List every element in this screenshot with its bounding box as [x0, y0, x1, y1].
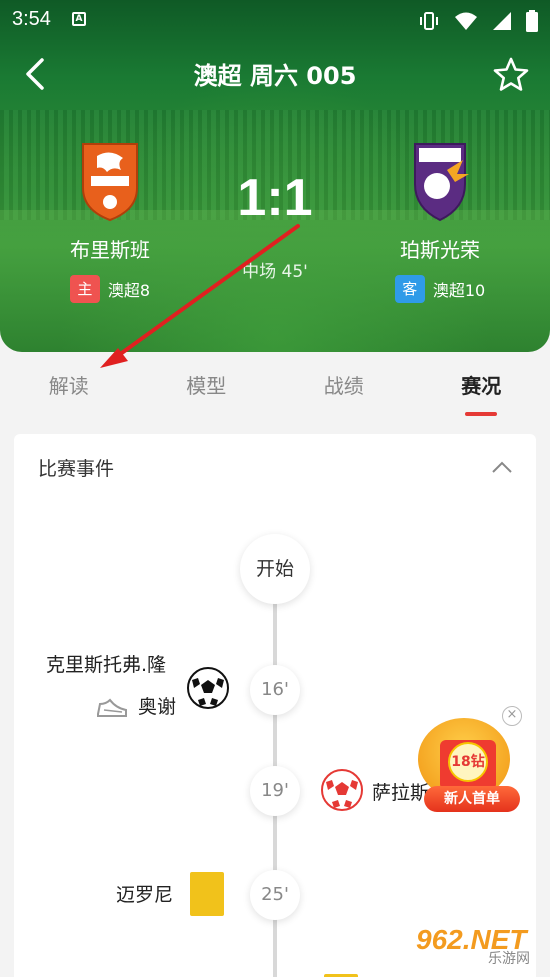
new-user-promo[interactable]: 18钻 × 新人首单: [416, 706, 536, 816]
vibrate-icon: [418, 11, 440, 35]
timeline-start: 开始: [240, 534, 310, 604]
tab-bar: 解读 模型 战绩 赛况: [0, 352, 550, 418]
tab-live[interactable]: 赛况: [413, 352, 550, 418]
away-league-rank: 澳超10: [432, 281, 486, 300]
status-bar: 3:54 A: [0, 0, 550, 40]
tab-model[interactable]: 模型: [138, 352, 276, 418]
chevron-up-icon: [492, 461, 512, 473]
page-title: 澳超 周六 005: [193, 62, 357, 90]
event-player-name: 克里斯托弗.隆: [46, 654, 167, 676]
soccer-ball-icon: [187, 667, 229, 709]
notification-icon: A: [72, 12, 86, 26]
status-time: 3:54: [12, 8, 51, 30]
wifi-icon: [454, 11, 478, 35]
tab-analysis[interactable]: 解读: [0, 352, 138, 418]
minute-marker: 19': [250, 766, 300, 816]
event-assist-name: 奥谢: [138, 696, 177, 718]
site-watermark: 962.NET 乐游网: [416, 924, 546, 974]
star-icon: [493, 57, 529, 91]
minute-marker: 25': [250, 870, 300, 920]
soccer-ball-red-icon: [321, 769, 363, 811]
away-team-meta: 客 澳超10: [340, 275, 540, 303]
away-badge: 客: [394, 275, 425, 303]
tab-record[interactable]: 战绩: [275, 352, 413, 418]
away-team-name: 珀斯光荣: [400, 238, 480, 262]
promo-label: 新人首单: [424, 786, 520, 812]
system-icons: [418, 10, 538, 36]
favorite-button[interactable]: [492, 56, 530, 94]
watermark-sub: 乐游网: [488, 951, 530, 967]
shoe-icon: [97, 698, 127, 717]
match-header: 3:54 A 澳超 周六 005 布里斯班 主 澳超8 1:1 中场 45' 珀…: [0, 0, 550, 352]
perth-crest-icon: [414, 143, 469, 222]
yellow-card-icon: [190, 872, 224, 916]
signal-icon: [492, 11, 512, 35]
away-team[interactable]: 珀斯光荣 客 澳超10: [340, 140, 540, 303]
battery-icon: [526, 10, 538, 36]
events-title: 比赛事件: [38, 458, 115, 480]
event-player-name: 迈罗尼: [116, 884, 174, 906]
collapse-button[interactable]: [490, 456, 514, 480]
promo-coin: 18钻: [448, 742, 488, 782]
minute-marker: 16': [250, 665, 300, 715]
promo-close-button[interactable]: ×: [502, 706, 522, 726]
